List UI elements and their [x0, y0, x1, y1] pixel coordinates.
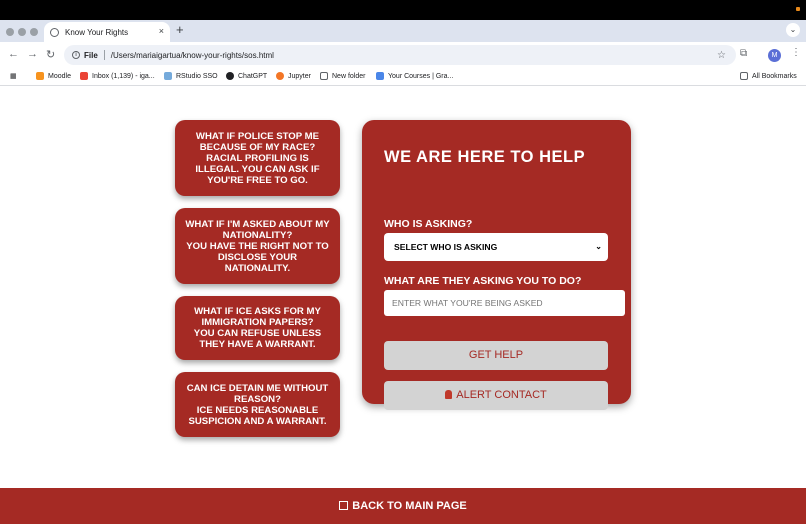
apps-grid-icon[interactable]: ▦ [10, 72, 17, 80]
help-panel: WE ARE HERE TO HELP WHO IS ASKING? SELEC… [362, 120, 631, 410]
tab-know-your-rights[interactable]: Know Your Rights × [44, 22, 170, 42]
rights-card[interactable]: Can ICE detain me without reason? ICE nee… [175, 372, 340, 437]
bookmark-moodle[interactable]: Moodle [36, 72, 71, 80]
close-window-icon[interactable] [6, 28, 14, 36]
card-answer: You can refuse unless they have a warran… [193, 328, 322, 350]
bookmark-your-courses[interactable]: Your Courses | Gra... [376, 72, 453, 80]
browser-menu-icon[interactable]: ⋮ [791, 47, 801, 58]
info-icon[interactable]: i [72, 51, 80, 59]
profile-avatar[interactable]: M [768, 49, 781, 62]
browser-toolbar: ← → ↻ i File /Users/mariaigartua/know-yo… [0, 42, 806, 68]
new-tab-button[interactable]: + [176, 22, 184, 37]
card-question: What if I'm asked about my nationality? [185, 218, 330, 241]
tab-strip: Know Your Rights × + ⌄ [0, 20, 806, 42]
os-menu-bar [0, 0, 806, 20]
get-help-button[interactable]: GET HELP [384, 341, 608, 370]
bookmark-chatgpt[interactable]: ChatGPT [226, 72, 267, 80]
bookmark-all-bookmarks[interactable]: All Bookmarks [740, 72, 797, 80]
moodle-icon [36, 72, 44, 80]
bookmark-jupyter[interactable]: Jupyter [276, 72, 311, 80]
tab-search-icon[interactable]: ⌄ [786, 23, 800, 37]
tab-title: Know Your Rights [65, 27, 129, 37]
folder-icon [320, 72, 328, 80]
card-answer: ICE needs reasonable suspicion and a war… [188, 404, 327, 427]
help-panel-title: WE ARE HERE TO HELP [384, 148, 586, 166]
bookmarks-bar: ▦ Moodle Inbox (1,139) - iga... RStudio … [0, 68, 806, 86]
what-asking-input[interactable] [384, 290, 625, 316]
who-asking-label: WHO IS ASKING? [384, 218, 473, 230]
close-tab-icon[interactable]: × [159, 26, 164, 36]
status-dot [796, 7, 800, 11]
card-question: What if ICE asks for my immigration pape… [194, 306, 321, 328]
bar-chart-icon [376, 72, 384, 80]
back-to-main-button[interactable]: BACK TO MAIN PAGE [0, 488, 806, 524]
rights-card[interactable]: What if police stop me because of my rac… [175, 120, 340, 196]
bookmark-new-folder[interactable]: New folder [320, 72, 365, 80]
chevron-down-icon: ⌄ [595, 242, 602, 251]
gmail-icon [80, 72, 88, 80]
bookmark-star-icon[interactable]: ☆ [717, 50, 726, 61]
card-question: What if police stop me because of my rac… [195, 130, 320, 153]
card-answer: Racial profiling is illegal. You can ask… [195, 152, 320, 186]
who-asking-value: SELECT WHO IS ASKING [394, 242, 498, 252]
rstudio-icon [164, 72, 172, 80]
globe-icon [50, 27, 59, 37]
siren-icon [445, 390, 453, 399]
minimize-window-icon[interactable] [18, 28, 26, 36]
folder-icon [740, 72, 748, 80]
bookmark-rstudio[interactable]: RStudio SSO [164, 72, 218, 80]
alert-contact-button[interactable]: ALERT CONTACT [384, 381, 608, 410]
back-to-main-label: BACK TO MAIN PAGE [352, 500, 467, 512]
file-scheme-label: File [84, 50, 98, 60]
chatgpt-icon [226, 72, 234, 80]
who-asking-select[interactable]: SELECT WHO IS ASKING ⌄ [384, 233, 608, 261]
what-asking-label: WHAT ARE THEY ASKING YOU TO DO? [384, 275, 582, 287]
back-arrow-icon[interactable]: ← [8, 48, 19, 60]
address-divider [103, 50, 105, 60]
alert-contact-label: ALERT CONTACT [456, 389, 547, 401]
address-text[interactable]: /Users/mariaigartua/know-your-rights/sos… [111, 51, 274, 60]
jupyter-icon [276, 72, 284, 80]
maximize-window-icon[interactable] [30, 28, 38, 36]
page-content: What if police stop me because of my rac… [0, 86, 806, 524]
address-bar[interactable]: i File /Users/mariaigartua/know-your-rig… [64, 45, 736, 65]
forward-arrow-icon[interactable]: → [27, 48, 38, 60]
extensions-icon[interactable]: ⧉ [740, 48, 747, 59]
reload-icon[interactable]: ↻ [46, 48, 55, 61]
home-icon [339, 501, 349, 510]
rights-card[interactable]: What if ICE asks for my immigration pape… [175, 296, 340, 360]
card-answer: You have the right not to disclose your … [186, 240, 329, 274]
bookmark-inbox[interactable]: Inbox (1,139) - iga... [80, 72, 155, 80]
rights-card[interactable]: What if I'm asked about my nationality? Y… [175, 208, 340, 284]
card-question: Can ICE detain me without reason? [186, 382, 329, 405]
